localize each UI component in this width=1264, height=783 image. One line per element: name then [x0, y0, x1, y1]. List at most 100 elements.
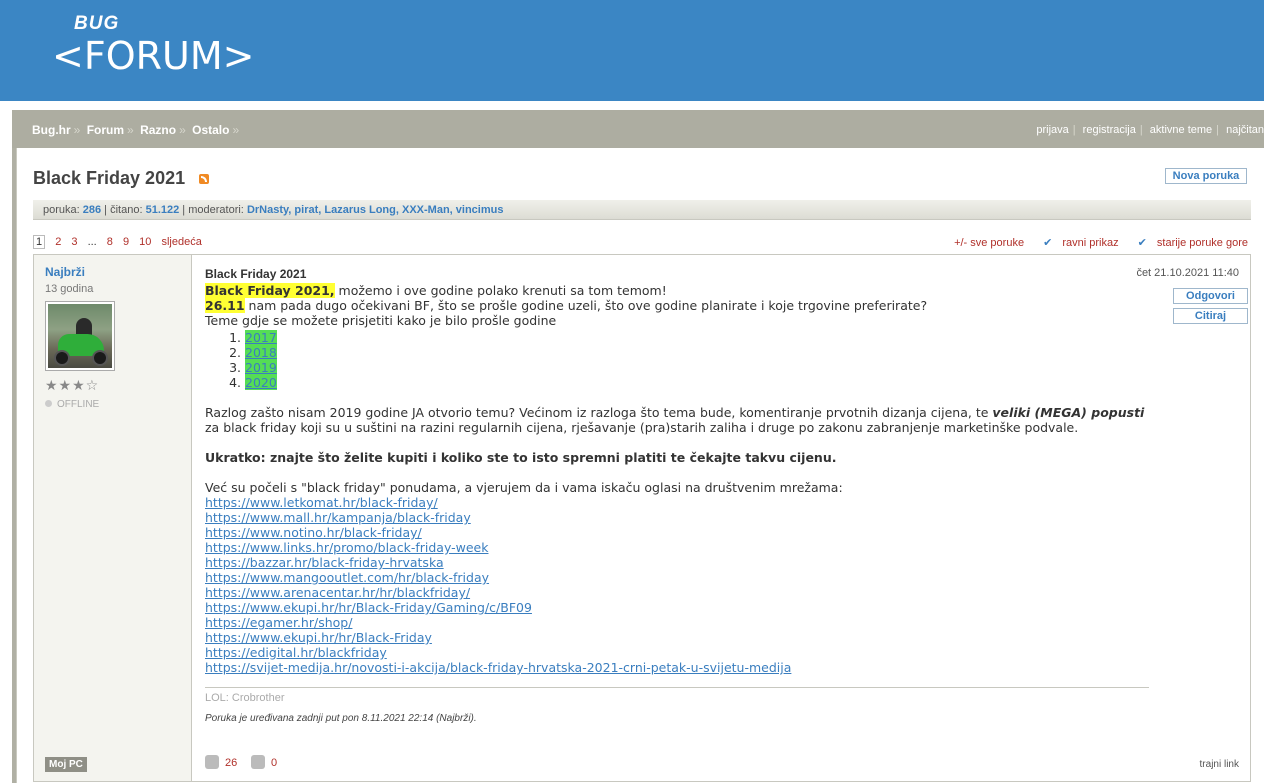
page-link[interactable]: 2 — [55, 236, 61, 248]
shop-link[interactable]: https://bazzar.hr/black-friday-hrvatska — [205, 555, 1155, 570]
read-count: 51.122 — [145, 204, 180, 216]
year-link-2017[interactable]: 2017 — [245, 330, 277, 345]
shop-link[interactable]: https://edigital.hr/blackfriday — [205, 645, 1155, 660]
shop-link[interactable]: https://svijet-medija.hr/novosti-i-akcij… — [205, 660, 1155, 675]
year-link-2019[interactable]: 2019 — [245, 360, 277, 375]
dislike-count: 0 — [271, 757, 278, 769]
signature: LOL: Crobrother — [205, 687, 1149, 704]
highlight-text: Black Friday 2021, — [205, 283, 335, 298]
login-link[interactable]: prijava — [1036, 124, 1068, 136]
read-label: čitano: — [110, 204, 143, 216]
register-link[interactable]: registracija — [1083, 124, 1136, 136]
thread-stats-bar: poruka: 286 | čitano: 51.122 | moderator… — [33, 200, 1251, 220]
shop-link[interactable]: https://www.notino.hr/black-friday/ — [205, 525, 1155, 540]
shop-link[interactable]: https://www.mall.hr/kampanja/black-frida… — [205, 510, 1155, 525]
breadcrumb-razno[interactable]: Razno — [140, 123, 176, 137]
rating-stars: ★★★☆ — [45, 377, 100, 393]
logo-forum-text: <FORUM> — [52, 34, 255, 78]
shop-link[interactable]: https://www.ekupi.hr/hr/Black-Friday/Gam… — [205, 600, 1155, 615]
next-page-link[interactable]: sljedeća — [161, 236, 201, 248]
posts-label: poruka: — [43, 204, 80, 216]
page-ellipsis: ... — [87, 236, 97, 248]
message-text: Teme gdje se možete prisjetiti kako je b… — [205, 313, 557, 328]
year-link-2020[interactable]: 2020 — [245, 375, 277, 390]
message-text: Razlog zašto nisam 2019 godine JA otvori… — [205, 405, 993, 420]
message-text: za black friday koji su u suštini na raz… — [205, 420, 1079, 435]
page-link[interactable]: 10 — [139, 236, 151, 248]
page-link[interactable]: 9 — [123, 236, 129, 248]
message-text: možemo i ove godine polako krenuti sa to… — [334, 283, 667, 298]
most-read-link[interactable]: najčitan — [1226, 124, 1264, 136]
breadcrumb-sep: » — [232, 123, 240, 137]
shop-link[interactable]: https://www.ekupi.hr/hr/Black-Friday — [205, 630, 1155, 645]
page-current: 1 — [33, 235, 46, 249]
permalink[interactable]: trajni link — [1200, 759, 1239, 770]
check-icon: ✔ — [1043, 237, 1053, 249]
page-link[interactable]: 8 — [107, 236, 113, 248]
like-count: 26 — [225, 757, 238, 769]
author-name[interactable]: Najbrži — [45, 265, 85, 279]
online-status: OFFLINE — [45, 399, 99, 410]
breadcrumb-sep: » — [73, 123, 81, 137]
status-label: OFFLINE — [57, 399, 100, 410]
site-header: BUG <FORUM> — [0, 0, 1264, 101]
shop-link[interactable]: https://egamer.hr/shop/ — [205, 615, 1155, 630]
thumbs-up-icon — [205, 755, 219, 769]
like-button[interactable]: 26 — [205, 755, 237, 769]
shop-link[interactable]: https://www.mangooutlet.com/hr/black-fri… — [205, 570, 1155, 585]
post-date: čet 21.10.2021 11:40 — [1136, 267, 1239, 279]
shop-link[interactable]: https://www.letkomat.hr/black-friday/ — [205, 495, 1155, 510]
quote-button[interactable]: Citiraj — [1173, 308, 1248, 324]
flat-view-option[interactable]: ✔ ravni prikaz — [1035, 237, 1118, 249]
active-topics-link[interactable]: aktivne teme — [1150, 124, 1212, 136]
shop-link[interactable]: https://www.links.hr/promo/black-friday-… — [205, 540, 1155, 555]
link-list: https://www.letkomat.hr/black-friday/ ht… — [205, 495, 1155, 675]
older-top-option[interactable]: ✔ starije poruke gore — [1130, 237, 1248, 249]
page-frame: Bug.hr» Forum» Razno» Ostalo» prijava | r… — [12, 110, 1264, 783]
status-dot-icon — [45, 400, 52, 407]
moj-pc-button[interactable]: Moj PC — [45, 757, 87, 772]
forum-post: Najbrži 13 godina ★★★☆ OFFLINE Moj PC Bl… — [33, 254, 1251, 782]
user-links: prijava | registracija | aktivne teme | naj… — [1036, 124, 1264, 136]
reply-button[interactable]: Odgovori — [1173, 288, 1248, 304]
all-posts-toggle[interactable]: +/- sve poruke — [954, 237, 1024, 249]
links-intro: Već su počeli s "black friday" ponudama,… — [205, 480, 843, 495]
new-post-button[interactable]: Nova poruka — [1165, 168, 1247, 184]
post-body: Black Friday 2021 čet 21.10.2021 11:40 O… — [205, 255, 1251, 781]
message-text: nam pada dugo očekivani BF, što se prošl… — [244, 298, 928, 313]
avatar — [45, 301, 115, 371]
breadcrumb-bug[interactable]: Bug.hr — [32, 123, 71, 137]
emphasis-text: veliki (MEGA) popusti — [992, 405, 1145, 420]
pagination: 1 2 3 ... 8 9 10 sljedeća — [33, 235, 209, 249]
older-top-label: starije poruke gore — [1156, 237, 1248, 249]
breadcrumb-forum[interactable]: Forum — [87, 123, 124, 137]
breadcrumb-sep: » — [127, 123, 134, 137]
check-icon: ✔ — [1137, 237, 1147, 249]
thread-title: Black Friday 2021 — [33, 168, 186, 188]
author-age: 13 godina — [45, 283, 94, 295]
breadcrumb: Bug.hr» Forum» Razno» Ostalo» — [32, 123, 242, 137]
navigation-bar: Bug.hr» Forum» Razno» Ostalo» prijava | r… — [12, 110, 1264, 148]
shop-link[interactable]: https://www.arenacentar.hr/hr/blackfrida… — [205, 585, 1155, 600]
flat-view-label: ravni prikaz — [1062, 237, 1119, 249]
breadcrumb-sep: » — [179, 123, 186, 137]
moderators-label: moderatori: — [188, 204, 244, 216]
post-title: Black Friday 2021 — [205, 267, 307, 281]
summary-text: Ukratko: znajte što želite kupiti i koli… — [205, 450, 837, 465]
content-area: Black Friday 2021 Nova poruka poruka: 28… — [16, 148, 1264, 783]
thumbs-down-icon — [251, 755, 265, 769]
author-panel: Najbrži 13 godina ★★★☆ OFFLINE Moj PC — [34, 255, 192, 781]
highlight-date: 26.11 — [205, 298, 245, 313]
rss-icon[interactable] — [199, 174, 209, 184]
edited-note: Poruka je uređivana zadnji put pon 8.11.… — [205, 713, 477, 724]
page-link[interactable]: 3 — [71, 236, 77, 248]
post-message: Black Friday 2021, možemo i ove godine p… — [205, 283, 1155, 675]
breadcrumb-ostalo[interactable]: Ostalo — [192, 123, 229, 137]
year-link-2018[interactable]: 2018 — [245, 345, 277, 360]
posts-count[interactable]: 286 — [83, 204, 101, 216]
view-options: +/- sve poruke ✔ ravni prikaz ✔ starije po… — [946, 236, 1248, 249]
moderators-list[interactable]: DrNasty, pirat, Lazarus Long, XXX-Man, v… — [247, 204, 504, 216]
dislike-button[interactable]: 0 — [251, 755, 277, 769]
logo-bug-text: BUG — [74, 13, 120, 34]
year-list: 2017 2018 2019 2020 — [205, 330, 1155, 390]
